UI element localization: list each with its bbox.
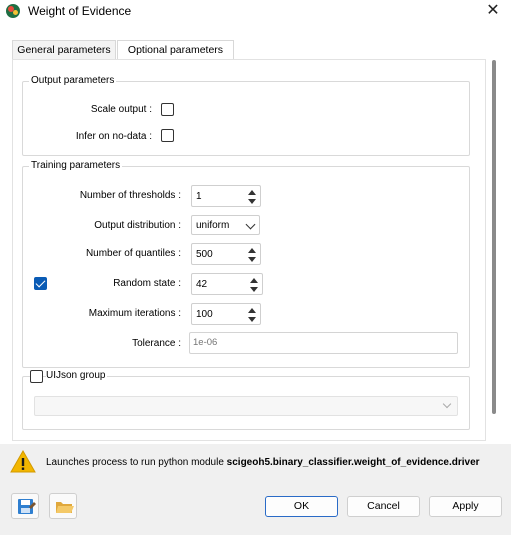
random-state-enable-checkbox[interactable] [34,277,47,290]
apply-button[interactable]: Apply [429,496,502,517]
chevron-down-icon [442,399,452,409]
tolerance-input-box[interactable] [189,332,458,354]
number-of-thresholds-spinbox[interactable]: 1 [191,185,261,207]
maximum-iterations-label: Maximum iterations : [88,308,181,319]
maximum-iterations-spinbox[interactable]: 100 [191,303,261,325]
folder-open-icon [56,502,74,513]
infer-on-nodata-label: Infer on no-data : [75,131,152,142]
maximum-iterations-value: 100 [196,309,213,320]
save-icon [18,499,36,514]
status-message: Launches process to run python module sc… [46,457,480,468]
ok-button[interactable]: OK [265,496,338,517]
message-bar: Launches process to run python module sc… [0,444,511,482]
number-of-quantiles-spinbox[interactable]: 500 [191,243,261,265]
output-parameters-group: Output parameters [22,75,470,156]
output-parameters-title: Output parameters [29,75,117,86]
close-icon[interactable]: ✕ [483,1,503,21]
open-button[interactable] [49,493,77,519]
tab-optional-parameters[interactable]: Optional parameters [117,40,234,61]
number-of-quantiles-label: Number of quantiles : [85,248,181,259]
training-parameters-title: Training parameters [29,160,123,171]
bottom-bar: OK Cancel Apply [0,482,511,535]
scale-output-checkbox[interactable] [161,103,174,116]
number-of-quantiles-value: 500 [196,249,213,260]
tolerance-input[interactable] [193,337,443,348]
spin-up-icon[interactable] [246,188,258,197]
status-message-prefix: Launches process to run python module [46,457,227,468]
random-state-label: Random state : [113,278,181,289]
chevron-down-icon [245,219,256,230]
infer-on-nodata-checkbox[interactable] [161,129,174,142]
vertical-scrollbar[interactable] [492,60,496,414]
spin-up-icon[interactable] [246,246,258,255]
spin-down-icon[interactable] [246,255,258,264]
uijson-group-select[interactable] [34,396,458,416]
status-message-module: scigeoh5.binary_classifier.weight_of_evi… [226,457,480,468]
output-distribution-select[interactable]: uniform [191,215,260,235]
save-button[interactable] [11,493,39,519]
scale-output-label: Scale output : [90,104,152,115]
app-logo-icon [6,4,20,18]
tolerance-label: Tolerance : [132,338,181,349]
uijson-group-checkbox[interactable] [30,370,43,383]
number-of-thresholds-value: 1 [196,191,202,202]
output-distribution-label: Output distribution : [94,220,181,231]
number-of-thresholds-label: Number of thresholds : [79,190,181,201]
spin-down-icon[interactable] [246,197,258,206]
tab-general-parameters[interactable]: General parameters [12,40,116,60]
warning-icon [10,450,36,473]
spin-up-icon[interactable] [246,306,258,315]
cancel-button[interactable]: Cancel [347,496,420,517]
window-title: Weight of Evidence [28,4,132,18]
spin-down-icon[interactable] [246,315,258,324]
title-bar: Weight of Evidence ✕ [0,0,511,24]
uijson-group-label: UIJson group [46,370,108,381]
spin-down-icon[interactable] [248,285,260,294]
random-state-value: 42 [196,279,208,290]
output-distribution-value: uniform [196,220,230,231]
spin-up-icon[interactable] [248,276,260,285]
random-state-spinbox[interactable]: 42 [191,273,263,295]
